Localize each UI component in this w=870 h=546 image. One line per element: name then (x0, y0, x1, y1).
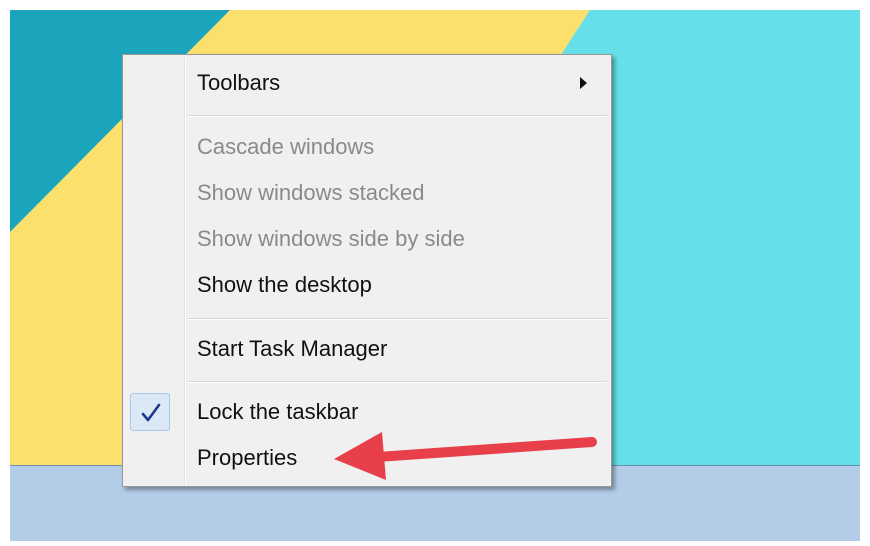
checkmark-icon (130, 393, 170, 431)
screenshot-frame: Toolbars Cascade windows Show windows st… (0, 0, 870, 546)
taskbar-context-menu: Toolbars Cascade windows Show windows st… (122, 54, 612, 487)
menu-item-label: Cascade windows (197, 134, 375, 159)
menu-item-label: Show the desktop (197, 272, 372, 297)
menu-separator (187, 115, 607, 117)
menu-item-label: Start Task Manager (197, 336, 388, 361)
menu-item-label: Toolbars (197, 70, 281, 95)
menu-item-show-windows-side-by-side: Show windows side by side (125, 217, 609, 261)
menu-item-label: Show windows stacked (197, 180, 425, 205)
menu-item-label: Show windows side by side (197, 226, 465, 251)
menu-item-toolbars[interactable]: Toolbars (125, 61, 609, 105)
menu-separator (187, 381, 607, 383)
menu-separator (187, 318, 607, 320)
menu-item-lock-the-taskbar[interactable]: Lock the taskbar (125, 390, 609, 434)
chevron-right-icon (580, 77, 587, 89)
menu-item-label: Lock the taskbar (197, 399, 359, 424)
menu-item-label: Properties (197, 445, 298, 470)
menu-item-cascade-windows: Cascade windows (125, 125, 609, 169)
menu-item-start-task-manager[interactable]: Start Task Manager (125, 327, 609, 371)
menu-item-show-windows-stacked: Show windows stacked (125, 171, 609, 215)
menu-item-show-the-desktop[interactable]: Show the desktop (125, 263, 609, 307)
menu-item-properties[interactable]: Properties (125, 436, 609, 480)
